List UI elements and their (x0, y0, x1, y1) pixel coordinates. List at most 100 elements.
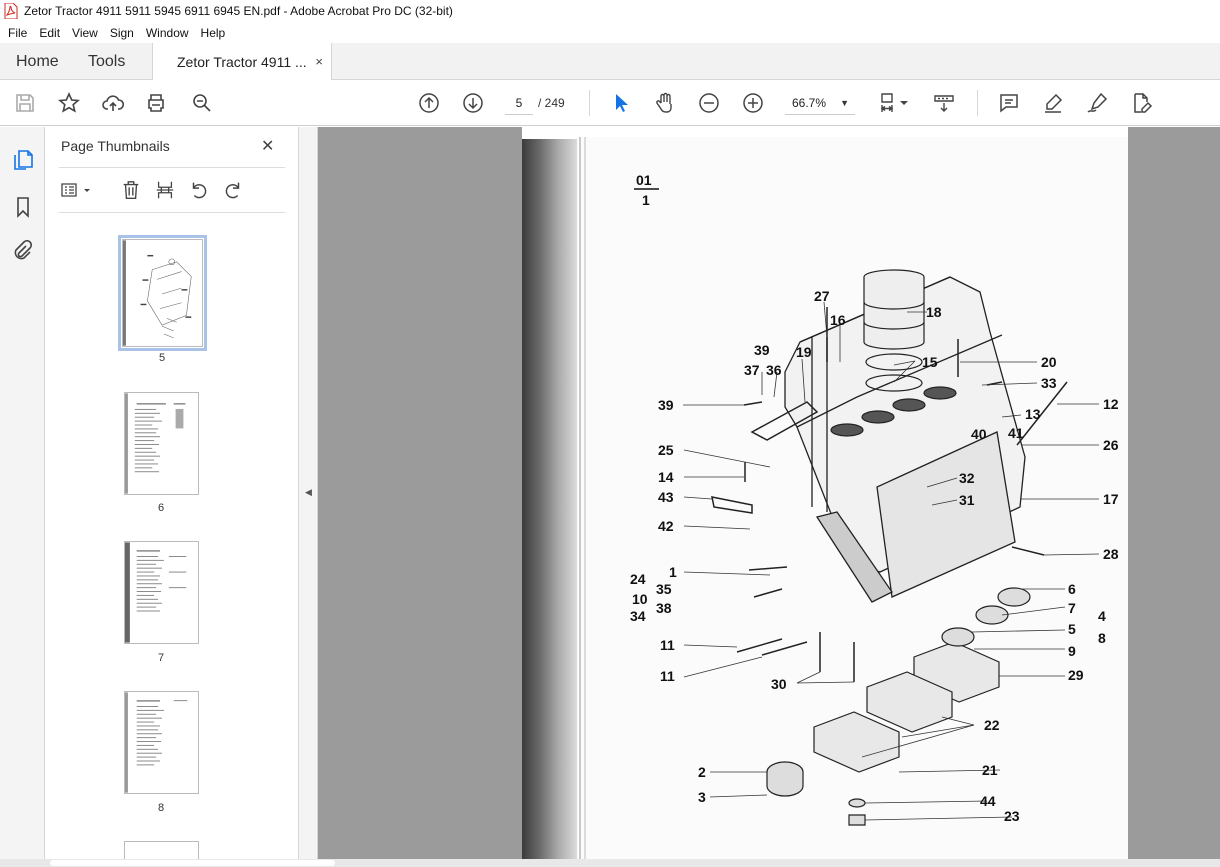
page-fit-dropdown-icon[interactable] (898, 90, 910, 116)
callout-label: 19 (796, 344, 812, 360)
rotate-clockwise-icon[interactable] (220, 177, 246, 203)
callout-label: 29 (1068, 667, 1084, 683)
callout-label: 8 (1098, 630, 1106, 646)
thumbnail-page-number: 6 (157, 502, 165, 514)
bookmarks-icon[interactable] (10, 194, 36, 220)
thumbnail-options-icon[interactable] (59, 177, 95, 203)
callout-label: 11 (660, 668, 675, 684)
callout-label: 23 (1004, 808, 1020, 824)
tab-home[interactable]: Home (16, 43, 59, 80)
thumbnail-page-number: 8 (157, 802, 165, 814)
menu-sign[interactable]: Sign (104, 26, 140, 40)
panel-splitter[interactable]: ◀ (298, 127, 318, 867)
horizontal-scrollbar[interactable] (0, 859, 1220, 867)
callout-label: 39 (658, 397, 674, 413)
callout-label: 26 (1103, 437, 1119, 453)
menu-window[interactable]: Window (140, 26, 195, 40)
hand-tool-icon[interactable] (652, 90, 678, 116)
pdf-page: 01 1 27 16 18 15 39 37 36 19 20 33 39 13… (522, 127, 1128, 862)
edit-pdf-icon[interactable] (1128, 90, 1154, 116)
callout-label: 10 (632, 591, 648, 607)
callout-label: 30 (771, 676, 787, 692)
comment-icon[interactable] (996, 90, 1022, 116)
zoom-in-icon[interactable] (740, 90, 766, 116)
tab-close-icon[interactable]: × (315, 54, 323, 69)
zoom-out-icon[interactable] (696, 90, 722, 116)
document-view[interactable]: 01 1 27 16 18 15 39 37 36 19 20 33 39 13… (318, 127, 1220, 867)
callout-label: 42 (658, 518, 674, 534)
callout-label: 13 (1025, 406, 1041, 422)
attachments-paperclip-icon[interactable] (10, 239, 36, 265)
callout-label: 37 (744, 362, 760, 378)
bookmark-star-icon[interactable] (56, 90, 82, 116)
callout-label: 25 (658, 442, 674, 458)
acrobat-pdf-icon (4, 3, 18, 19)
callout-label: 20 (1041, 354, 1057, 370)
callout-label: 31 (959, 492, 975, 508)
callout-label: 9 (1068, 643, 1076, 659)
navigation-rail (0, 127, 45, 867)
collapse-panel-icon[interactable]: ◀ (305, 487, 312, 498)
title-bar: Zetor Tractor 4911 5911 5945 6911 6945 E… (0, 0, 1220, 22)
page-thumbnails-panel: Page Thumbnails ✕ 5 6 7 8 (45, 127, 335, 867)
callout-label: 43 (658, 489, 674, 505)
callout-label: 7 (1068, 600, 1076, 616)
callout-label: 16 (830, 312, 846, 328)
callout-label: 18 (926, 304, 942, 320)
scrolling-mode-icon[interactable] (931, 90, 957, 116)
menu-help[interactable]: Help (195, 26, 232, 40)
next-page-icon[interactable] (460, 90, 486, 116)
save-icon[interactable] (12, 90, 38, 116)
select-cursor-icon[interactable] (608, 90, 634, 116)
scrollbar-thumb[interactable] (50, 860, 335, 866)
callout-label: 21 (982, 762, 998, 778)
extract-pages-icon[interactable] (152, 177, 178, 203)
zoom-search-icon[interactable] (189, 90, 215, 116)
print-icon[interactable] (143, 90, 169, 116)
callout-label: 40 (971, 426, 987, 442)
callout-label: 6 (1068, 581, 1076, 597)
callout-label: 34 (630, 608, 646, 624)
page-number-input[interactable]: 5 (505, 91, 533, 115)
page-thumbnail[interactable] (118, 235, 207, 351)
panel-divider (59, 167, 285, 168)
thumbnail-page-number: 7 (157, 652, 165, 664)
callout-label: 14 (658, 469, 674, 485)
toolbar-divider (589, 90, 590, 116)
main-toolbar: 5 / 249 66.7% ▼ (0, 80, 1220, 126)
sign-pen-icon[interactable] (1084, 90, 1110, 116)
cloud-upload-icon[interactable] (100, 90, 126, 116)
menu-view[interactable]: View (66, 26, 104, 40)
callout-label: 44 (980, 793, 996, 809)
tab-document-label: Zetor Tractor 4911 ... (177, 54, 307, 70)
callout-label: 1 (669, 564, 677, 580)
highlight-pen-icon[interactable] (1040, 90, 1066, 116)
zoom-level-select[interactable]: 66.7% ▼ (785, 91, 855, 115)
page-thumbnail[interactable] (124, 541, 199, 644)
page-thumbnail[interactable] (124, 392, 199, 495)
callout-label: 2 (698, 764, 706, 780)
callout-label: 33 (1041, 375, 1057, 391)
callout-label: 12 (1103, 396, 1119, 412)
menu-edit[interactable]: Edit (33, 26, 66, 40)
menu-bar: File Edit View Sign Window Help (0, 22, 1220, 43)
callout-label: 39 (754, 342, 770, 358)
page-thumbnail[interactable] (124, 691, 199, 794)
previous-page-icon[interactable] (416, 90, 442, 116)
chevron-down-icon: ▼ (840, 98, 849, 108)
engine-block-exploded-diagram: 01 1 27 16 18 15 39 37 36 19 20 33 39 13… (577, 137, 1128, 862)
delete-trash-icon[interactable] (118, 177, 144, 203)
callout-label: 15 (922, 354, 938, 370)
callout-label: 41 (1008, 425, 1024, 441)
callout-label: 22 (984, 717, 1000, 733)
page-thumbnails-icon[interactable] (10, 147, 36, 173)
close-icon[interactable]: ✕ (261, 136, 274, 156)
thumbnail-page-number: 5 (158, 352, 166, 364)
window-title: Zetor Tractor 4911 5911 5945 6911 6945 E… (24, 4, 453, 18)
menu-file[interactable]: File (2, 26, 33, 40)
rotate-counterclockwise-icon[interactable] (186, 177, 212, 203)
tab-document[interactable]: Zetor Tractor 4911 ... × (152, 43, 332, 81)
callout-label: 28 (1103, 546, 1119, 562)
tab-tools[interactable]: Tools (88, 43, 125, 80)
callout-label: 24 (630, 571, 646, 587)
